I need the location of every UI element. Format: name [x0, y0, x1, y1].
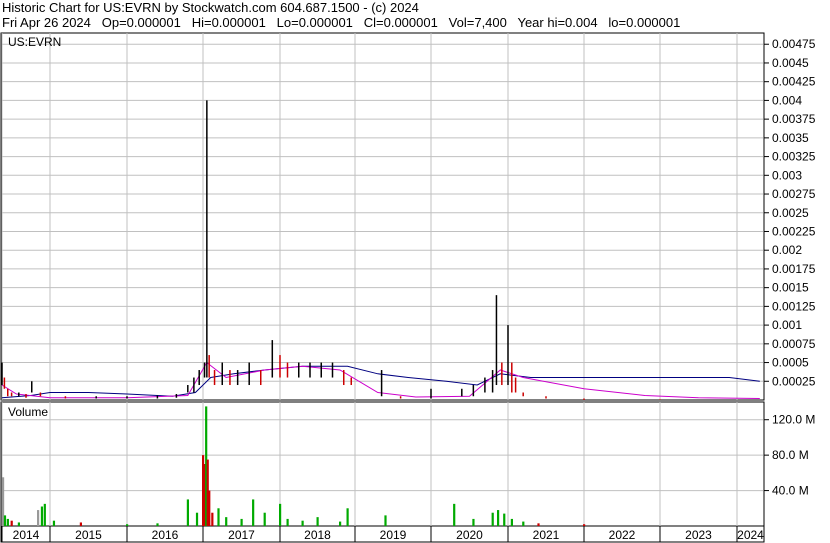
volume-bar [126, 524, 129, 526]
year-label: 2021 [533, 528, 560, 542]
price-tick-label: 0.00375 [772, 112, 816, 126]
volume-bar [252, 499, 255, 526]
volume-bar [195, 512, 199, 526]
volume-bar [40, 506, 44, 526]
volume-bar [186, 499, 189, 526]
year-label: 2023 [685, 528, 712, 542]
volume-bar [217, 508, 220, 526]
year-label: 2016 [152, 528, 179, 542]
volume-bar [301, 520, 304, 526]
volume-bar [491, 512, 494, 526]
volume-bar [659, 525, 662, 526]
year-label: 2018 [304, 528, 331, 542]
volume-bar [225, 517, 228, 526]
volume-bar [37, 510, 40, 526]
volume-bar [496, 510, 500, 526]
volume-bar [52, 520, 56, 526]
price-tick-label: 0.002 [772, 243, 802, 257]
volume-tick-label: 40.0 M [772, 484, 809, 498]
price-tick-label: 0.0025 [772, 206, 809, 220]
volume-bar [6, 518, 9, 526]
year-label: 2020 [456, 528, 483, 542]
price-tick-label: 0.00025 [772, 374, 816, 388]
volume-bar [583, 524, 586, 526]
year-label: 2022 [609, 528, 636, 542]
price-tick-label: 0.004 [772, 93, 802, 107]
volume-bar [17, 522, 20, 526]
volume-bar [346, 508, 349, 526]
year-label: 2014 [13, 528, 40, 542]
price-tick-label: 0.001 [772, 318, 802, 332]
volume-bar [279, 503, 282, 526]
volume-bar [522, 521, 525, 526]
volume-bar [537, 523, 540, 526]
year-label: 2015 [75, 528, 102, 542]
volume-bar [384, 515, 387, 526]
price-tick-label: 0.00325 [772, 150, 816, 164]
volume-bar [286, 518, 289, 526]
volume-bar [3, 515, 7, 526]
volume-tick-label: 80.0 M [772, 448, 809, 462]
volume-bar [453, 503, 456, 526]
volume-panel [0, 401, 765, 527]
price-tick-label: 0.00225 [772, 224, 816, 238]
volume-bar [1, 477, 5, 526]
volume-bar [10, 520, 13, 526]
stock-chart: 0.00475 0.0045 0.00425 0.004 0.00375 0.0035 0.… [0, 32, 816, 543]
volume-bar [263, 512, 266, 526]
volume-bar [43, 503, 46, 526]
price-tick-label: 0.00125 [772, 299, 816, 313]
volume-bar [510, 518, 513, 526]
price-tick-label: 0.0005 [772, 356, 809, 370]
volume-bar [208, 490, 211, 526]
year-label: 2024 [737, 528, 764, 542]
volume-bar [240, 518, 243, 526]
price-tick-label: 0.00075 [772, 337, 816, 351]
volume-bar [156, 523, 159, 526]
volume-bar [211, 512, 214, 526]
volume-panel-title: Volume [8, 405, 48, 419]
price-panel [0, 32, 765, 401]
volume-bar [339, 521, 342, 526]
price-tick-label: 0.00475 [772, 37, 816, 51]
price-tick-label: 0.0035 [772, 131, 809, 145]
price-tick-label: 0.00425 [772, 75, 816, 89]
year-label: 2019 [380, 528, 407, 542]
price-tick-label: 0.0045 [772, 56, 809, 70]
volume-bar [316, 517, 319, 526]
volume-bar [472, 518, 475, 526]
price-tick-label: 0.00275 [772, 187, 816, 201]
price-tick-label: 0.0015 [772, 281, 809, 295]
volume-tick-label: 120.0 M [772, 413, 815, 427]
price-panel-title: US:EVRN [8, 35, 61, 49]
year-label: 2017 [228, 528, 255, 542]
volume-bar [79, 522, 82, 526]
price-tick-label: 0.003 [772, 168, 802, 182]
volume-bar [503, 513, 506, 526]
price-tick-label: 0.00175 [772, 262, 816, 276]
